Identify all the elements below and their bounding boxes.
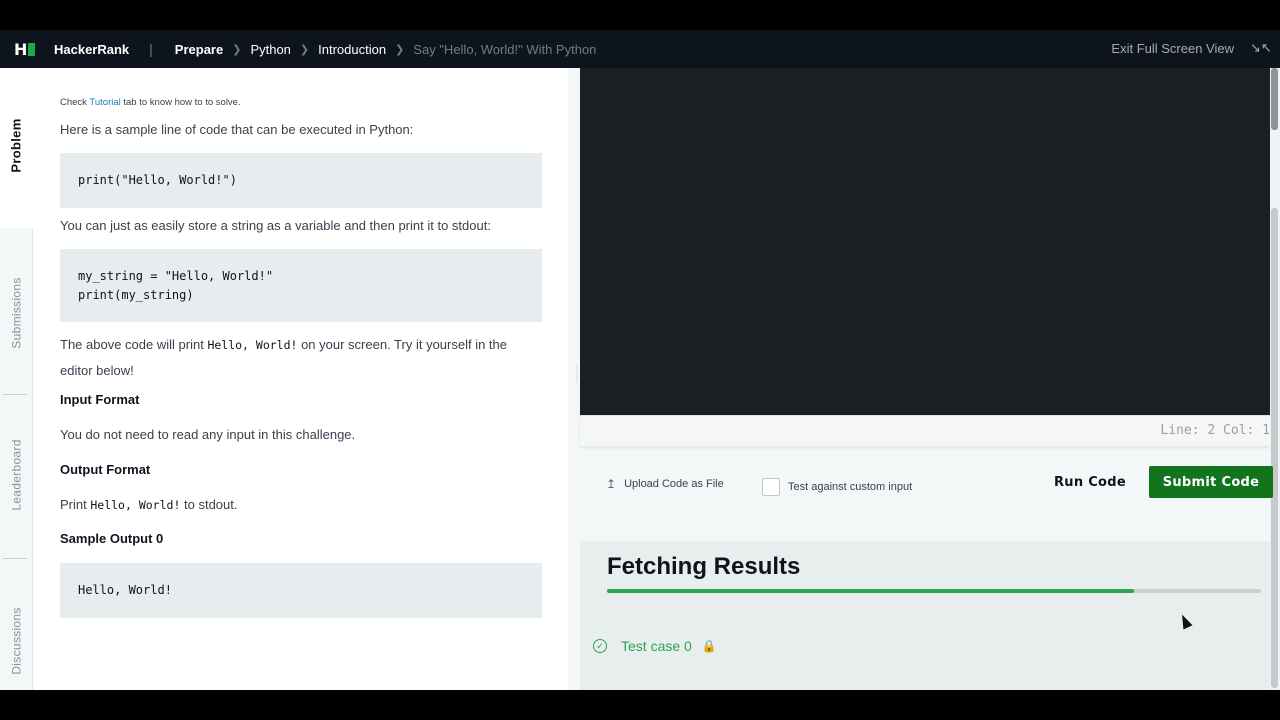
intro-text: Here is a sample line of code that can b… — [60, 122, 414, 137]
lock-icon: 🔒 — [701, 639, 717, 653]
scrollbar-thumb[interactable] — [1271, 208, 1278, 688]
editor-pane: Line: 2 Col: 1 ↥ Upload Code as File Tes… — [580, 68, 1280, 690]
run-code-button[interactable]: Run Code — [1050, 466, 1130, 498]
nav-separator: | — [149, 41, 153, 57]
exit-fullscreen-button[interactable]: Exit Full Screen View — [1111, 30, 1234, 68]
input-format-text: You do not need to read any input in thi… — [60, 427, 356, 442]
editor-statusbar: Line: 2 Col: 1 — [580, 415, 1270, 446]
sidebar-divider — [3, 394, 27, 395]
sample-output-heading: Sample Output 0 — [60, 531, 164, 546]
bottom-letterbox — [0, 690, 1280, 720]
tab-discussions[interactable]: Discussions — [0, 598, 33, 683]
progress-bar — [607, 589, 1261, 593]
code-block-variable: my_string = "Hello, World!" print(my_str… — [60, 249, 542, 322]
code-block-print: print("Hello, World!") — [60, 153, 542, 208]
results-panel: Fetching Results ✓ Test case 0 🔒 — [580, 541, 1270, 690]
top-letterbox — [0, 0, 1280, 30]
result-text: The above code will print Hello, World! … — [60, 337, 508, 378]
problem-statement: Check Tutorial tab to know how to to sol… — [33, 68, 568, 690]
breadcrumb-introduction[interactable]: Introduction — [318, 42, 386, 57]
code-block-sample-output: Hello, World! — [60, 563, 542, 618]
custom-input-toggle[interactable]: Test against custom input — [762, 478, 912, 496]
breadcrumb-python[interactable]: Python — [250, 42, 290, 57]
tab-submissions[interactable]: Submissions — [0, 268, 33, 358]
custom-input-checkbox[interactable] — [762, 478, 780, 496]
test-case-item[interactable]: ✓ Test case 0 🔒 — [593, 638, 717, 654]
brand-name[interactable]: HackerRank — [54, 42, 129, 57]
upload-code-button[interactable]: ↥ Upload Code as File — [606, 477, 724, 491]
submit-code-button[interactable]: Submit Code — [1149, 466, 1273, 498]
chevron-right-icon: ❯ — [395, 43, 405, 56]
output-format-heading: Output Format — [60, 462, 151, 477]
code-editor[interactable] — [580, 68, 1270, 415]
input-format-heading: Input Format — [60, 392, 140, 407]
drag-handle-icon[interactable]: ⋮⋮⋮ — [573, 364, 581, 395]
tutorial-hint: Check Tutorial tab to know how to to sol… — [60, 97, 241, 108]
tutorial-link[interactable]: Tutorial — [89, 97, 120, 108]
output-format-text: Print Hello, World! to stdout. — [60, 497, 238, 512]
tab-leaderboard[interactable]: Leaderboard — [0, 430, 33, 520]
cursor-position: Line: 2 Col: 1 — [1160, 423, 1270, 438]
upload-icon: ↥ — [606, 477, 617, 491]
top-navbar: H HackerRank | Prepare ❯ Python ❯ Introd… — [0, 30, 1280, 68]
scrollbar-thumb-upper[interactable] — [1271, 68, 1278, 130]
progress-bar-fill — [607, 589, 1135, 593]
left-sidebar: Problem Submissions Leaderboard Discussi… — [0, 68, 33, 690]
breadcrumb-current: Say "Hello, World!" With Python — [413, 41, 597, 57]
tab-problem[interactable]: Problem — [0, 108, 33, 183]
chevron-right-icon: ❯ — [232, 43, 242, 56]
check-circle-icon: ✓ — [593, 639, 607, 653]
breadcrumb-prepare[interactable]: Prepare — [175, 42, 223, 57]
chevron-right-icon: ❯ — [299, 43, 310, 56]
collapse-icon[interactable]: ↘↖ — [1250, 40, 1272, 56]
hackerrank-logo[interactable]: H — [14, 40, 36, 59]
results-title: Fetching Results — [607, 553, 801, 580]
variable-text: You can just as easily store a string as… — [60, 218, 491, 233]
sidebar-divider — [3, 558, 27, 559]
